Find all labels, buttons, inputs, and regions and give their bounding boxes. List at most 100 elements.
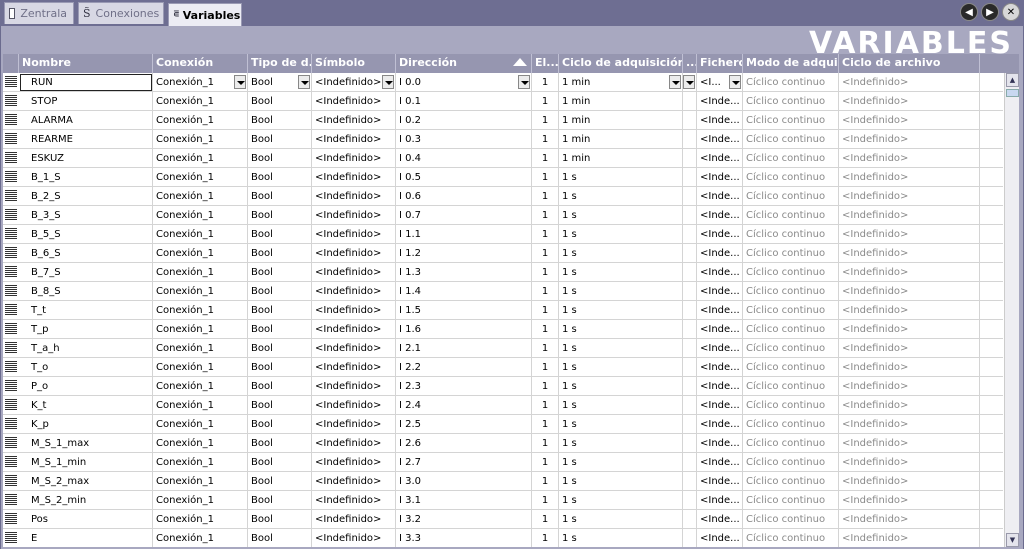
col-header-conexion[interactable]: Conexión <box>153 54 248 73</box>
cell-simbolo[interactable]: <Indefinido> <box>312 73 396 92</box>
cell-more[interactable] <box>683 434 697 453</box>
cell-tipo[interactable]: Bool <box>248 358 312 377</box>
cell-ciclo[interactable]: 1 min <box>559 111 683 130</box>
cell-direccion[interactable]: I 2.5 <box>396 415 532 434</box>
cell-modo[interactable]: Cíclico continuo <box>743 529 839 547</box>
table-row[interactable]: B_6_S Conexión_1 Bool <Indefinido> I 1.2 1 1 s… <box>3 244 1003 263</box>
cell-more[interactable] <box>683 206 697 225</box>
table-row[interactable]: B_5_S Conexión_1 Bool <Indefinido> I 1.1 1 1 s… <box>3 225 1003 244</box>
cell-ciclo[interactable]: 1 s <box>559 434 683 453</box>
cell-direccion[interactable]: I 3.2 <box>396 510 532 529</box>
cell-ciclo[interactable]: 1 s <box>559 377 683 396</box>
table-row[interactable]: P_o Conexión_1 Bool <Indefinido> I 2.3 1 1 s <I… <box>3 377 1003 396</box>
cell-tipo[interactable]: Bool <box>248 263 312 282</box>
cell-el[interactable]: 1 <box>532 434 559 453</box>
cell-nombre[interactable]: T_p <box>19 320 153 339</box>
cell-more[interactable] <box>683 168 697 187</box>
cell-nombre[interactable]: Pos <box>19 510 153 529</box>
cell-direccion[interactable]: I 0.7 <box>396 206 532 225</box>
cell-more[interactable] <box>683 358 697 377</box>
cell-tipo[interactable]: Bool <box>248 130 312 149</box>
cell-tipo[interactable]: Bool <box>248 187 312 206</box>
cell-modo[interactable]: Cíclico continuo <box>743 472 839 491</box>
cell-archivo[interactable]: <Indefinido> <box>839 358 980 377</box>
cell-modo[interactable]: Cíclico continuo <box>743 92 839 111</box>
row-header-icon[interactable] <box>5 532 17 544</box>
cell-conexion[interactable]: Conexión_1 <box>153 111 248 130</box>
cell-simbolo[interactable]: <Indefinido> <box>312 320 396 339</box>
cell-nombre[interactable]: K_t <box>19 396 153 415</box>
cell-el[interactable]: 1 <box>532 415 559 434</box>
cell-conexion[interactable]: Conexión_1 <box>153 434 248 453</box>
cell-nombre[interactable]: T_o <box>19 358 153 377</box>
cell-modo[interactable]: Cíclico continuo <box>743 510 839 529</box>
cell-fichero[interactable]: <Inde... <box>697 111 743 130</box>
cell-tipo[interactable]: Bool <box>248 92 312 111</box>
cell-simbolo[interactable]: <Indefinido> <box>312 225 396 244</box>
cell-fichero[interactable]: <Inde... <box>697 529 743 547</box>
col-header-elementos[interactable]: El... <box>532 54 559 73</box>
col-header-tipo[interactable]: Tipo de d... <box>248 54 312 73</box>
cell-modo[interactable]: Cíclico continuo <box>743 434 839 453</box>
cell-modo[interactable]: Cíclico continuo <box>743 73 839 92</box>
cell-more[interactable] <box>683 529 697 547</box>
cell-fichero[interactable]: <Inde... <box>697 434 743 453</box>
cell-archivo[interactable]: <Indefinido> <box>839 149 980 168</box>
cell-el[interactable]: 1 <box>532 149 559 168</box>
table-row[interactable]: K_t Conexión_1 Bool <Indefinido> I 2.4 1 1 s <I… <box>3 396 1003 415</box>
cell-archivo[interactable]: <Indefinido> <box>839 510 980 529</box>
cell-fichero[interactable]: <Inde... <box>697 282 743 301</box>
cell-archivo[interactable]: <Indefinido> <box>839 472 980 491</box>
cell-more[interactable] <box>683 187 697 206</box>
cell-el[interactable]: 1 <box>532 320 559 339</box>
cell-nombre[interactable]: ESKUZ <box>19 149 153 168</box>
cell-ciclo[interactable]: 1 s <box>559 529 683 547</box>
cell-fichero[interactable]: <Inde... <box>697 491 743 510</box>
cell-simbolo[interactable]: <Indefinido> <box>312 149 396 168</box>
cell-fichero[interactable]: <I... <box>697 73 743 92</box>
cell-simbolo[interactable]: <Indefinido> <box>312 301 396 320</box>
cell-nombre[interactable]: B_2_S <box>19 187 153 206</box>
tab-zentrala[interactable]: Zentrala <box>4 2 74 24</box>
cell-tipo[interactable]: Bool <box>248 396 312 415</box>
cell-direccion[interactable]: I 1.5 <box>396 301 532 320</box>
cell-ciclo[interactable]: 1 s <box>559 491 683 510</box>
cell-fichero[interactable]: <Inde... <box>697 263 743 282</box>
cell-conexion[interactable]: Conexión_1 <box>153 187 248 206</box>
cell-modo[interactable]: Cíclico continuo <box>743 130 839 149</box>
cell-direccion[interactable]: I 2.6 <box>396 434 532 453</box>
row-header-icon[interactable] <box>5 399 17 411</box>
cell-simbolo[interactable]: <Indefinido> <box>312 92 396 111</box>
row-header-icon[interactable] <box>5 190 17 202</box>
cell-archivo[interactable]: <Indefinido> <box>839 92 980 111</box>
table-row[interactable]: RUN Conexión_1 Bool <Indefinido> I 0.0 1 1 min… <box>3 73 1003 92</box>
cell-modo[interactable]: Cíclico continuo <box>743 282 839 301</box>
scroll-down-icon[interactable]: ▼ <box>1006 533 1019 547</box>
cell-conexion[interactable]: Conexión_1 <box>153 73 248 92</box>
cell-conexion[interactable]: Conexión_1 <box>153 244 248 263</box>
cell-simbolo[interactable]: <Indefinido> <box>312 510 396 529</box>
cell-direccion[interactable]: I 0.6 <box>396 187 532 206</box>
table-row[interactable]: T_p Conexión_1 Bool <Indefinido> I 1.6 1 1 s <I… <box>3 320 1003 339</box>
cell-nombre[interactable]: B_1_S <box>19 168 153 187</box>
dropdown-arrow-icon[interactable] <box>298 75 310 89</box>
cell-nombre[interactable]: M_S_2_min <box>19 491 153 510</box>
cell-fichero[interactable]: <Inde... <box>697 396 743 415</box>
col-header-fichero[interactable]: Fichero <box>697 54 743 73</box>
cell-ciclo[interactable]: 1 min <box>559 73 683 92</box>
cell-more[interactable] <box>683 92 697 111</box>
row-header-icon[interactable] <box>5 513 17 525</box>
cell-nombre[interactable]: STOP <box>19 92 153 111</box>
cell-fichero[interactable]: <Inde... <box>697 472 743 491</box>
cell-modo[interactable]: Cíclico continuo <box>743 339 839 358</box>
cell-conexion[interactable]: Conexión_1 <box>153 377 248 396</box>
cell-direccion[interactable]: I 0.1 <box>396 92 532 111</box>
table-row[interactable]: M_S_1_max Conexión_1 Bool <Indefinido> I 2.6… <box>3 434 1003 453</box>
cell-direccion[interactable]: I 1.4 <box>396 282 532 301</box>
cell-fichero[interactable]: <Inde... <box>697 358 743 377</box>
cell-el[interactable]: 1 <box>532 187 559 206</box>
cell-fichero[interactable]: <Inde... <box>697 168 743 187</box>
cell-tipo[interactable]: Bool <box>248 339 312 358</box>
cell-el[interactable]: 1 <box>532 263 559 282</box>
cell-simbolo[interactable]: <Indefinido> <box>312 130 396 149</box>
